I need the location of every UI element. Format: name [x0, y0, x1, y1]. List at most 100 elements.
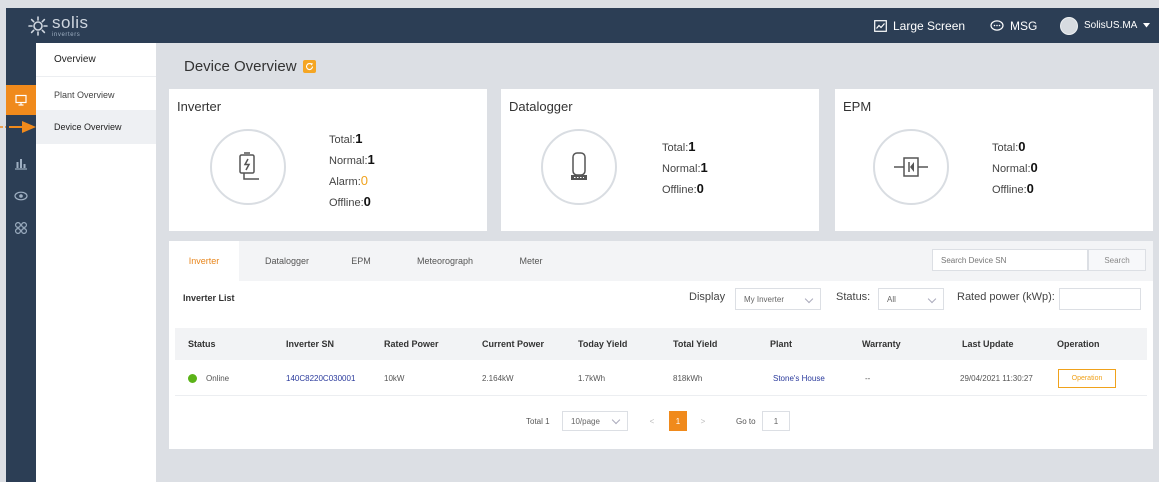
- current-power-cell: 2.164kW: [482, 373, 514, 383]
- total-yield-cell: 818kWh: [673, 373, 703, 383]
- normal-label: Normal:: [329, 155, 368, 167]
- subnav-item-overview[interactable]: Overview: [36, 43, 156, 77]
- offline-value: 0: [363, 194, 371, 209]
- refresh-icon[interactable]: [302, 60, 316, 73]
- normal-label: Normal:: [992, 163, 1031, 175]
- eye-icon[interactable]: [14, 189, 28, 203]
- inverter-ring: [210, 129, 286, 205]
- inverter-stats: Total:1 Normal:1 Alarm:0 Offline:0: [329, 129, 375, 213]
- last-update-cell: 29/04/2021 11:30:27: [960, 373, 1033, 383]
- col-inverter-sn[interactable]: Inverter SN: [286, 328, 334, 360]
- msg-button[interactable]: MSG: [990, 8, 1037, 43]
- col-last-update[interactable]: Last Update: [962, 328, 1014, 360]
- status-value: All: [887, 294, 896, 304]
- datalogger-stats: Total:1 Normal:1 Offline:0: [662, 137, 708, 200]
- alarm-value: 0: [360, 173, 369, 188]
- datalogger-summary-card: Datalogger Total:1 Normal:1 Offline:0: [501, 89, 819, 231]
- col-current-power[interactable]: Current Power: [482, 328, 544, 360]
- col-status[interactable]: Status: [188, 328, 216, 360]
- col-total-yield[interactable]: Total Yield: [673, 328, 717, 360]
- next-page-button[interactable]: >: [693, 411, 713, 431]
- sub-navigation: Overview Plant Overview Device Overview: [36, 43, 156, 482]
- tab-datalogger[interactable]: Datalogger: [243, 241, 331, 281]
- total-value: 1: [355, 131, 363, 146]
- tab-meter[interactable]: Meter: [501, 241, 561, 281]
- bar-chart-icon[interactable]: [14, 156, 28, 170]
- chevron-down-icon: [804, 294, 814, 304]
- col-today-yield[interactable]: Today Yield: [578, 328, 627, 360]
- table-header: Status Inverter SN Rated Power Current P…: [175, 328, 1147, 360]
- rated-power-input[interactable]: [1059, 288, 1141, 310]
- offline-label: Offline:: [662, 184, 697, 196]
- offline-label: Offline:: [329, 197, 364, 209]
- table-row: Online 140C8220C030001 10kW 2.164kW 1.7k…: [175, 360, 1147, 396]
- total-value: 1: [688, 139, 696, 154]
- subnav-item-device-overview[interactable]: Device Overview: [36, 110, 156, 144]
- col-warranty[interactable]: Warranty: [862, 328, 901, 360]
- device-list-panel: Inverter Datalogger EPM Meteorograph Met…: [169, 241, 1153, 449]
- goto-label: Go to: [736, 416, 756, 426]
- sun-logo-icon: [28, 16, 48, 36]
- total-label: Total:: [992, 142, 1019, 154]
- status-text: Online: [206, 373, 230, 383]
- chevron-down-icon: [927, 294, 937, 304]
- tab-inverter[interactable]: Inverter: [169, 241, 239, 281]
- offline-value: 0: [696, 181, 704, 196]
- current-page[interactable]: 1: [669, 411, 687, 431]
- inverter-summary-card: Inverter Total:1 Normal:1 Alarm:0 Offlin…: [169, 89, 487, 231]
- normal-label: Normal:: [662, 163, 701, 175]
- user-menu[interactable]: SolisUS.MA: [1060, 8, 1151, 43]
- display-value: My Inverter: [744, 294, 785, 304]
- total-label: Total:: [329, 134, 356, 146]
- list-title: Inverter List: [183, 293, 235, 303]
- msg-label: MSG: [1010, 18, 1038, 33]
- display-label: Display: [689, 291, 726, 303]
- col-plant[interactable]: Plant: [770, 328, 792, 360]
- top-bar: solis inverters Large Screen MSG SolisUS…: [6, 8, 1159, 43]
- operation-button[interactable]: Operation: [1058, 369, 1116, 388]
- inverter-sn-link[interactable]: 140C8220C030001: [286, 360, 355, 396]
- datalogger-icon: [571, 152, 587, 180]
- chart-screen-icon: [874, 19, 887, 32]
- page-title-text: Device Overview: [184, 58, 297, 75]
- alarm-label: Alarm:: [329, 176, 361, 188]
- inverter-icon: [239, 152, 259, 180]
- large-screen-button[interactable]: Large Screen: [874, 8, 965, 43]
- goto-page-input[interactable]: 1: [762, 411, 790, 431]
- datalogger-ring: [541, 129, 617, 205]
- logo[interactable]: solis inverters: [28, 14, 89, 38]
- col-rated-power[interactable]: Rated Power: [384, 328, 439, 360]
- online-status-icon: [188, 373, 197, 383]
- search-button[interactable]: Search: [1088, 249, 1146, 271]
- pointer-arrow-icon: [0, 121, 36, 133]
- status-cell: Online: [188, 360, 229, 396]
- apps-icon[interactable]: [14, 221, 28, 235]
- card-title: EPM: [843, 99, 872, 114]
- card-title: Inverter: [177, 99, 222, 114]
- logo-name: solis: [52, 13, 89, 32]
- plant-link[interactable]: Stone's House: [773, 360, 825, 396]
- chevron-down-icon: [611, 415, 621, 425]
- subnav-item-plant-overview[interactable]: Plant Overview: [36, 78, 156, 112]
- col-operation: Operation: [1057, 339, 1100, 349]
- status-select[interactable]: All: [878, 288, 944, 310]
- rated-power-cell: 10kW: [384, 373, 405, 383]
- pagination-total: Total 1: [526, 416, 550, 426]
- tab-meteorograph[interactable]: Meteorograph: [391, 241, 499, 281]
- tab-epm[interactable]: EPM: [333, 241, 389, 281]
- status-label: Status:: [836, 291, 871, 303]
- epm-summary-card: EPM Total:0 Normal:0 Offline:0: [835, 89, 1153, 231]
- display-select[interactable]: My Inverter: [735, 288, 821, 310]
- user-name: SolisUS.MA: [1084, 20, 1138, 31]
- page-title: Device Overview: [184, 58, 316, 75]
- epm-meter-icon: [894, 157, 928, 177]
- card-title: Datalogger: [509, 99, 573, 114]
- page-size-select[interactable]: 10/page: [562, 411, 628, 431]
- prev-page-button[interactable]: <: [642, 411, 662, 431]
- icon-rail: [6, 43, 36, 482]
- search-device-input[interactable]: [932, 249, 1088, 271]
- monitor-icon: [15, 94, 27, 106]
- caret-down-icon: [1143, 23, 1151, 28]
- rail-item-devices[interactable]: [6, 85, 36, 115]
- page-size-value: 10/page: [571, 416, 600, 426]
